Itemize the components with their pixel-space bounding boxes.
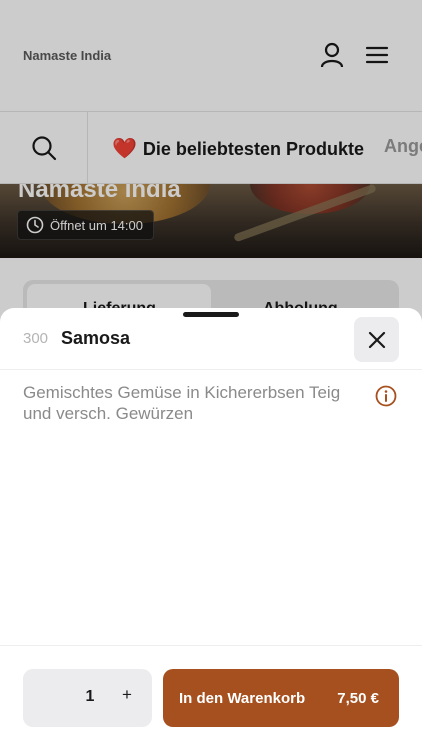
add-to-cart-label: In den Warenkorb	[179, 690, 306, 707]
close-icon	[368, 331, 385, 348]
increase-quantity-button[interactable]: +	[115, 685, 139, 711]
product-name: Samosa	[61, 328, 131, 348]
cart-price: 7,50 €	[337, 690, 379, 707]
product-number: 300	[23, 330, 49, 347]
product-description: Gemischtes Gemüse in Kichererbsen Teig u…	[23, 383, 341, 423]
quantity-stepper: 1 +	[23, 669, 152, 727]
info-icon[interactable]	[375, 385, 397, 407]
quantity-value: 1	[85, 688, 95, 705]
close-button[interactable]	[354, 317, 399, 362]
add-to-cart-button[interactable]: In den Warenkorb 7,50 €	[163, 669, 399, 727]
drag-handle[interactable]	[183, 312, 239, 317]
